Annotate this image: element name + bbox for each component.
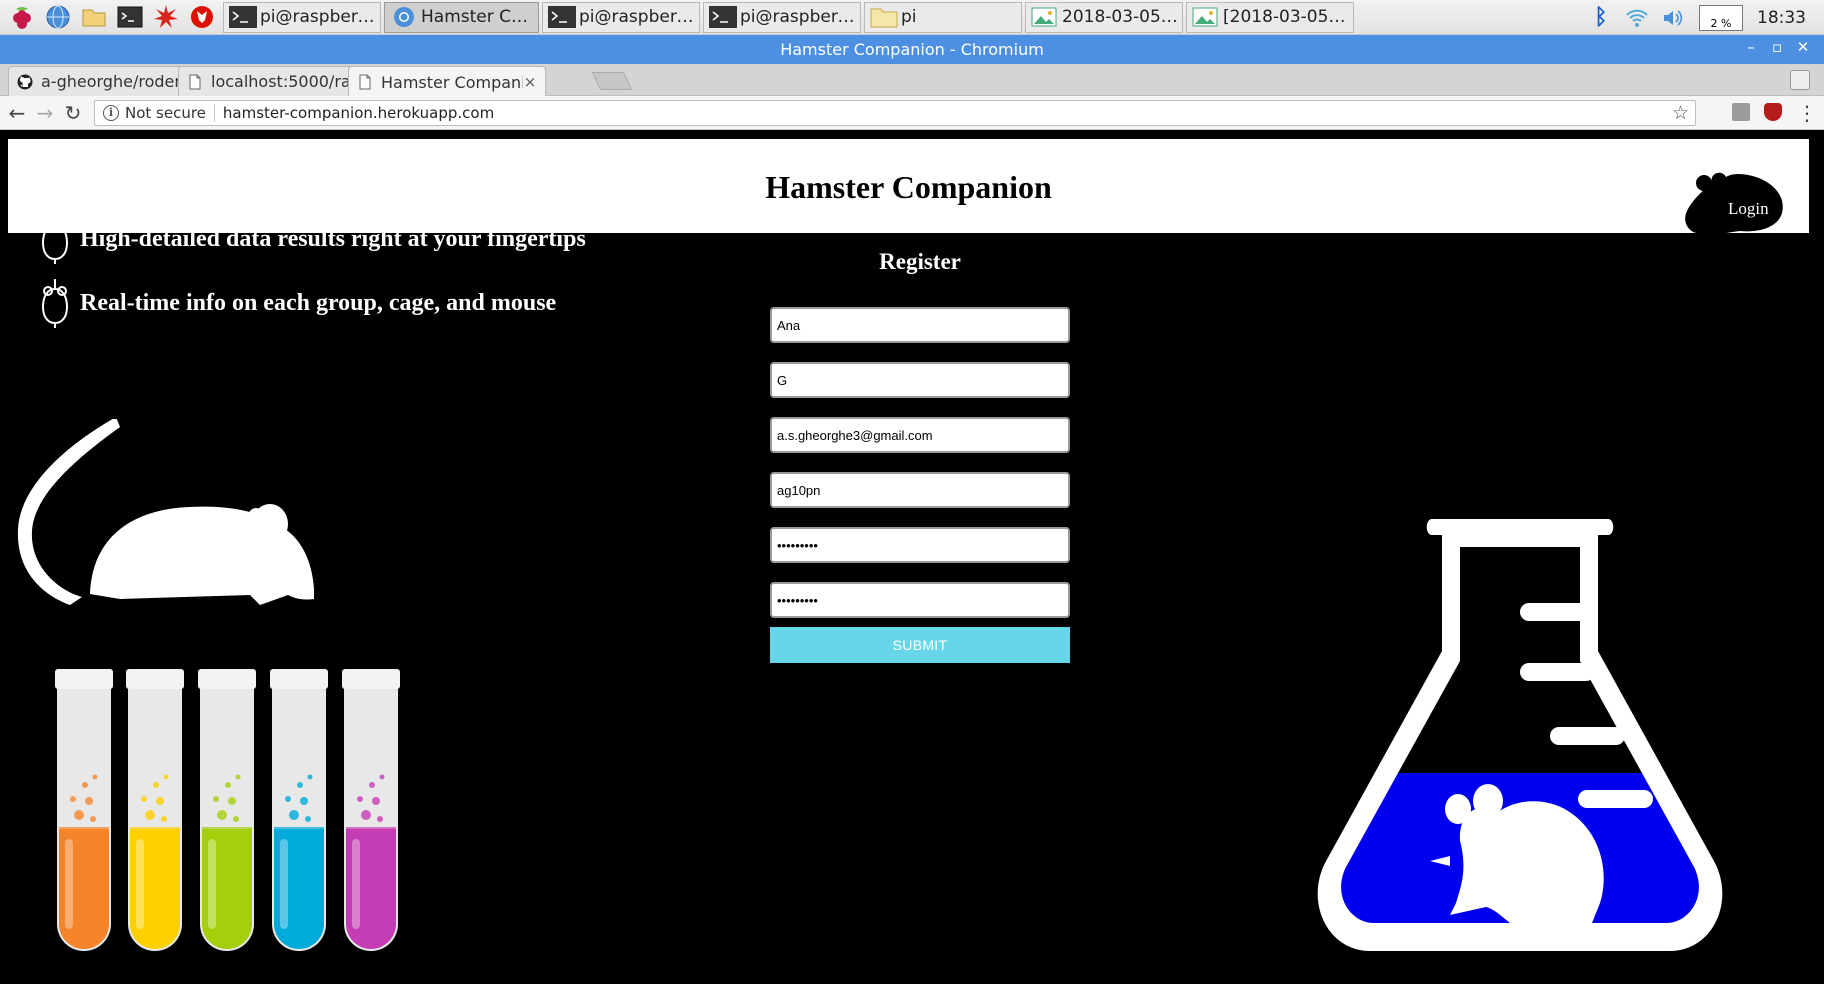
forward-icon[interactable]: → [32, 100, 58, 126]
extension-icon[interactable] [1732, 103, 1750, 121]
task-label: pi@raspberrypi: ~/r... [579, 7, 695, 27]
test-tube [198, 669, 256, 951]
password-field[interactable] [770, 527, 1070, 563]
test-tube [342, 669, 400, 951]
feature-item: High-detailed data results right at your… [38, 213, 586, 265]
raspberry-menu-icon[interactable] [4, 2, 40, 32]
browser-tab-strip: a-gheorghe/rodent × localhost:5000/ra × … [0, 64, 1824, 97]
menu-icon[interactable]: ⋮ [1794, 100, 1820, 126]
test-tube [126, 669, 184, 951]
security-status[interactable]: Not secure [125, 104, 215, 122]
last-name-field[interactable] [770, 362, 1070, 398]
cpu-monitor: 2 % [1699, 4, 1743, 31]
test-tube [270, 669, 328, 951]
site-title: Hamster Companion [765, 169, 1052, 205]
submit-button[interactable]: SUBMIT [770, 627, 1070, 663]
page-icon [359, 74, 371, 90]
window-titlebar[interactable]: Hamster Companion - Chromium – ▫ ✕ [0, 35, 1824, 64]
taskbar-task-button[interactable]: pi@raspberrypi: ~/r... [542, 1, 700, 33]
tab-localhost[interactable]: localhost:5000/ra × [178, 66, 376, 96]
bluetooth-icon[interactable]: ᛒ [1583, 3, 1619, 33]
close-icon[interactable]: ✕ [1790, 38, 1816, 56]
flask-with-mouse-illustration [1317, 519, 1723, 951]
taskbar: pi@raspberrypi: ~/r... Hamster Companio..… [0, 0, 1824, 35]
mouse-outline-icon [41, 215, 69, 264]
image-icon [1031, 7, 1057, 27]
register-heading: Register [879, 249, 961, 274]
chromium-icon [394, 7, 414, 27]
maximize-icon[interactable]: ▫ [1764, 38, 1790, 56]
new-tab-button[interactable] [591, 72, 633, 90]
task-label: Hamster Companio... [421, 7, 534, 27]
tab-hamster-companion[interactable]: Hamster Compani × [348, 66, 546, 97]
info-icon[interactable]: i [103, 105, 119, 121]
username-field[interactable] [770, 472, 1070, 508]
image-icon [1192, 7, 1218, 27]
terminal-icon [548, 6, 576, 28]
task-list: pi@raspberrypi: ~/r... Hamster Companio..… [220, 1, 1354, 33]
mouse-on-test-tubes-illustration [17, 419, 400, 951]
taskbar-task-button[interactable]: pi@raspberrypi: ~/r... [223, 1, 381, 33]
folder-icon [870, 8, 898, 28]
task-label: [2018-03-05-18312... [1223, 7, 1349, 27]
login-link[interactable]: Login [1728, 199, 1769, 219]
minimize-icon[interactable]: – [1738, 38, 1764, 56]
tab-close-icon[interactable]: × [523, 73, 537, 91]
test-tube [55, 669, 113, 951]
file-manager-icon[interactable] [76, 2, 112, 32]
wolfram-icon[interactable] [184, 2, 220, 32]
mouse-outline-icon [41, 279, 69, 328]
feature-text: High-detailed data results right at your… [80, 225, 586, 252]
test-tubes [55, 669, 400, 951]
window-title: Hamster Companion - Chromium [780, 40, 1044, 59]
confirm-password-field[interactable] [770, 582, 1070, 618]
tab-title: a-gheorghe/rodent [41, 72, 183, 91]
ublock-icon[interactable] [1764, 103, 1782, 121]
tab-github[interactable]: a-gheorghe/rodent × [8, 66, 206, 96]
system-tray: ᛒ 2 % 18:33 [1583, 0, 1824, 35]
wifi-icon[interactable] [1619, 3, 1655, 33]
page-icon [189, 74, 201, 89]
taskbar-task-button[interactable]: pi@raspberrypi: ~ [703, 1, 861, 33]
url-text[interactable]: hamster-companion.herokuapp.com [223, 104, 494, 122]
tab-title: Hamster Compani [381, 72, 523, 92]
feature-text: Real-time info on each group, cage, and … [80, 289, 557, 316]
task-label: pi [901, 7, 917, 27]
mouse-silhouette-icon [17, 419, 314, 605]
taskbar-task-button[interactable]: [2018-03-05-18312... [1186, 1, 1354, 33]
clock[interactable]: 18:33 [1751, 8, 1824, 28]
taskbar-task-button[interactable]: 2018-03-05-18223... [1025, 1, 1183, 33]
github-icon [17, 74, 33, 89]
tab-title: localhost:5000/ra [211, 72, 351, 91]
taskbar-task-button[interactable]: Hamster Companio... [384, 1, 539, 33]
back-icon[interactable]: ← [4, 100, 30, 126]
task-label: pi@raspberrypi: ~ [740, 7, 856, 27]
taskbar-task-button[interactable]: pi [864, 1, 1022, 33]
feature-item: Real-time info on each group, cage, and … [38, 277, 556, 329]
address-bar[interactable]: i Not secure hamster-companion.herokuapp… [94, 100, 1696, 126]
terminal-icon [229, 6, 257, 28]
terminal-icon [709, 6, 737, 28]
web-page: Hamster Companion Login High-detailed da… [0, 131, 1824, 984]
profile-icon[interactable] [1790, 70, 1810, 90]
web-browser-icon[interactable] [40, 2, 76, 32]
browser-toolbar: ← → ↻ i Not secure hamster-companion.her… [0, 96, 1824, 130]
first-name-field[interactable] [770, 307, 1070, 343]
task-label: pi@raspberrypi: ~/r... [260, 7, 376, 27]
email-field[interactable] [770, 417, 1070, 453]
terminal-icon[interactable] [112, 2, 148, 32]
burst-icon[interactable] [148, 2, 184, 32]
task-label: 2018-03-05-18223... [1062, 7, 1178, 27]
bookmark-star-icon[interactable]: ☆ [1672, 102, 1689, 124]
reload-icon[interactable]: ↻ [60, 100, 86, 126]
volume-icon[interactable] [1655, 3, 1691, 33]
